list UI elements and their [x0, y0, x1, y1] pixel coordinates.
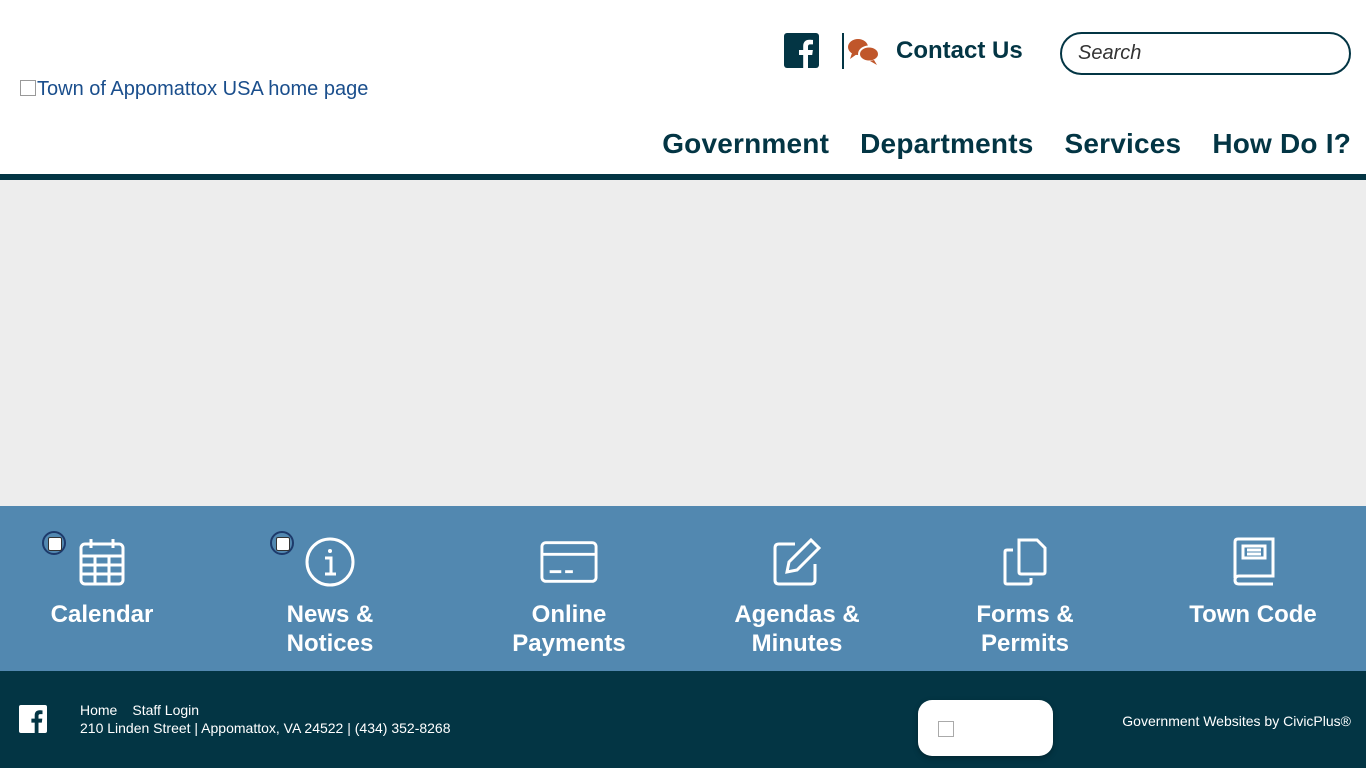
- hero-banner: [0, 180, 1366, 506]
- info-icon: [305, 537, 355, 587]
- footer-link-staff-login[interactable]: Staff Login: [132, 702, 199, 718]
- quick-link-town-code[interactable]: Town Code: [1139, 506, 1366, 671]
- civicplus-credit-link[interactable]: Government Websites by CivicPlus®: [1122, 713, 1351, 729]
- quick-link-label: Forms & Permits: [976, 601, 1074, 657]
- facebook-icon[interactable]: [784, 33, 819, 68]
- quick-link-forms-permits[interactable]: Forms & Permits: [911, 506, 1139, 671]
- contact-us-link[interactable]: Contact Us: [842, 33, 1023, 69]
- nav-item-services[interactable]: Services: [1065, 128, 1182, 160]
- logo-alt-text: Town of Appomattox USA home page: [37, 78, 369, 100]
- broken-image-icon: [938, 721, 954, 737]
- quick-link-label: Town Code: [1189, 601, 1317, 628]
- quick-links-bar: Calendar News & Notices Online Payments Ag…: [0, 506, 1366, 671]
- contact-divider: [842, 33, 844, 69]
- quick-link-online-payments[interactable]: Online Payments: [455, 506, 683, 671]
- nav-item-departments[interactable]: Departments: [860, 128, 1033, 160]
- site-logo-link[interactable]: Town of Appomattox USA home page: [20, 78, 368, 101]
- quick-link-label: Online Payments: [512, 601, 626, 657]
- nav-item-government[interactable]: Government: [662, 128, 829, 160]
- quick-link-label: News & Notices: [286, 601, 374, 657]
- edit-icon: [773, 537, 822, 586]
- facebook-icon[interactable]: [19, 705, 47, 733]
- quick-link-checkbox[interactable]: [270, 531, 294, 555]
- chat-bubbles-icon: [848, 39, 880, 65]
- footer-links: Home Staff Login: [80, 702, 199, 718]
- site-footer: Home Staff Login 210 Linden Street | App…: [0, 671, 1366, 768]
- calendar-icon: [79, 539, 125, 586]
- contact-us-label: Contact Us: [896, 37, 1023, 64]
- quick-link-label: Calendar: [50, 601, 154, 628]
- credit-card-icon: [540, 541, 598, 583]
- footer-link-home[interactable]: Home: [80, 702, 117, 718]
- search-input[interactable]: [1060, 32, 1351, 75]
- main-nav: Government Departments Services How Do I…: [662, 128, 1351, 160]
- broken-image-icon: [20, 79, 36, 96]
- nav-item-how-do-i[interactable]: How Do I?: [1212, 128, 1351, 160]
- quick-link-agendas-minutes[interactable]: Agendas & Minutes: [683, 506, 911, 671]
- footer-badge[interactable]: [918, 700, 1053, 756]
- book-icon: [1233, 537, 1275, 586]
- quick-link-news-notices[interactable]: News & Notices: [216, 506, 444, 671]
- footer-address: 210 Linden Street | Appomattox, VA 24522…: [80, 720, 451, 736]
- quick-link-checkbox[interactable]: [42, 531, 66, 555]
- copy-icon: [1003, 538, 1047, 586]
- quick-link-label: Agendas & Minutes: [734, 601, 860, 657]
- site-header: Town of Appomattox USA home page Contact…: [0, 0, 1366, 174]
- quick-link-calendar[interactable]: Calendar: [0, 506, 216, 671]
